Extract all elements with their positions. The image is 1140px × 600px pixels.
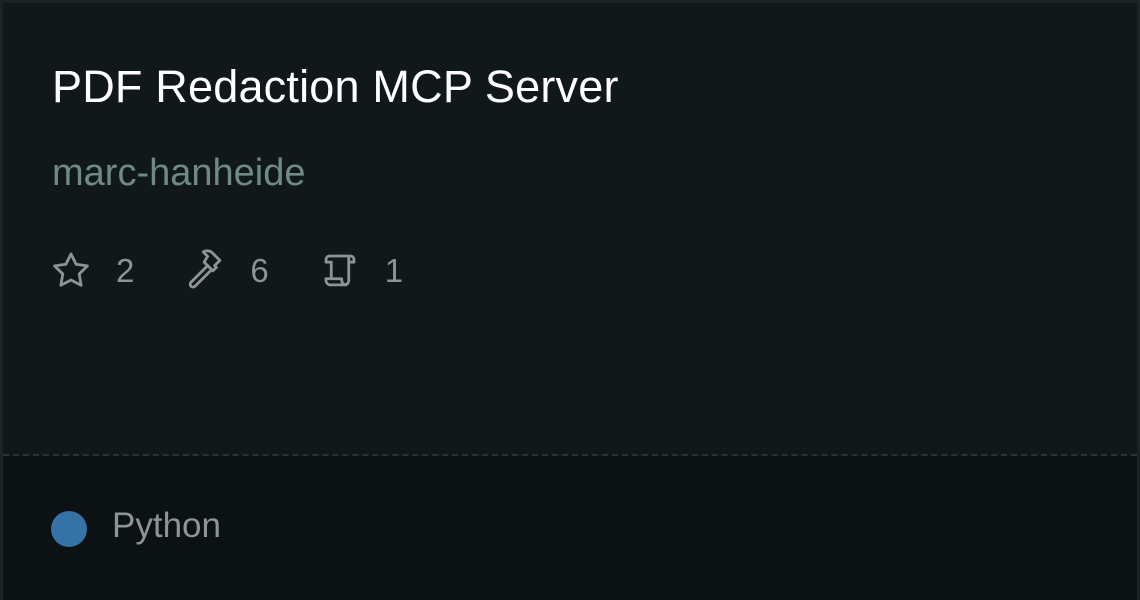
star-icon [53,252,89,287]
card-title[interactable]: PDF Redaction MCP Server [52,61,619,113]
language-color-dot [51,511,87,547]
author-link[interactable]: marc-hanheide [52,152,305,195]
prompts-count: 1 [384,251,404,289]
stats-row: 2 6 1 [50,249,453,291]
card-body: PDF Redaction MCP Server marc-hanheide 2… [3,3,1137,455]
stars-stat: 2 [50,249,134,291]
prompts-stat: 1 [319,249,403,291]
hammer-icon [189,249,222,289]
card-footer: Python [3,456,1137,600]
repository-card[interactable]: PDF Redaction MCP Server marc-hanheide 2… [0,0,1140,600]
scroll-icon [324,254,356,287]
language-label: Python [112,506,221,545]
tools-count: 6 [250,251,269,289]
tools-stat: 6 [184,249,269,291]
stars-count: 2 [116,251,135,289]
